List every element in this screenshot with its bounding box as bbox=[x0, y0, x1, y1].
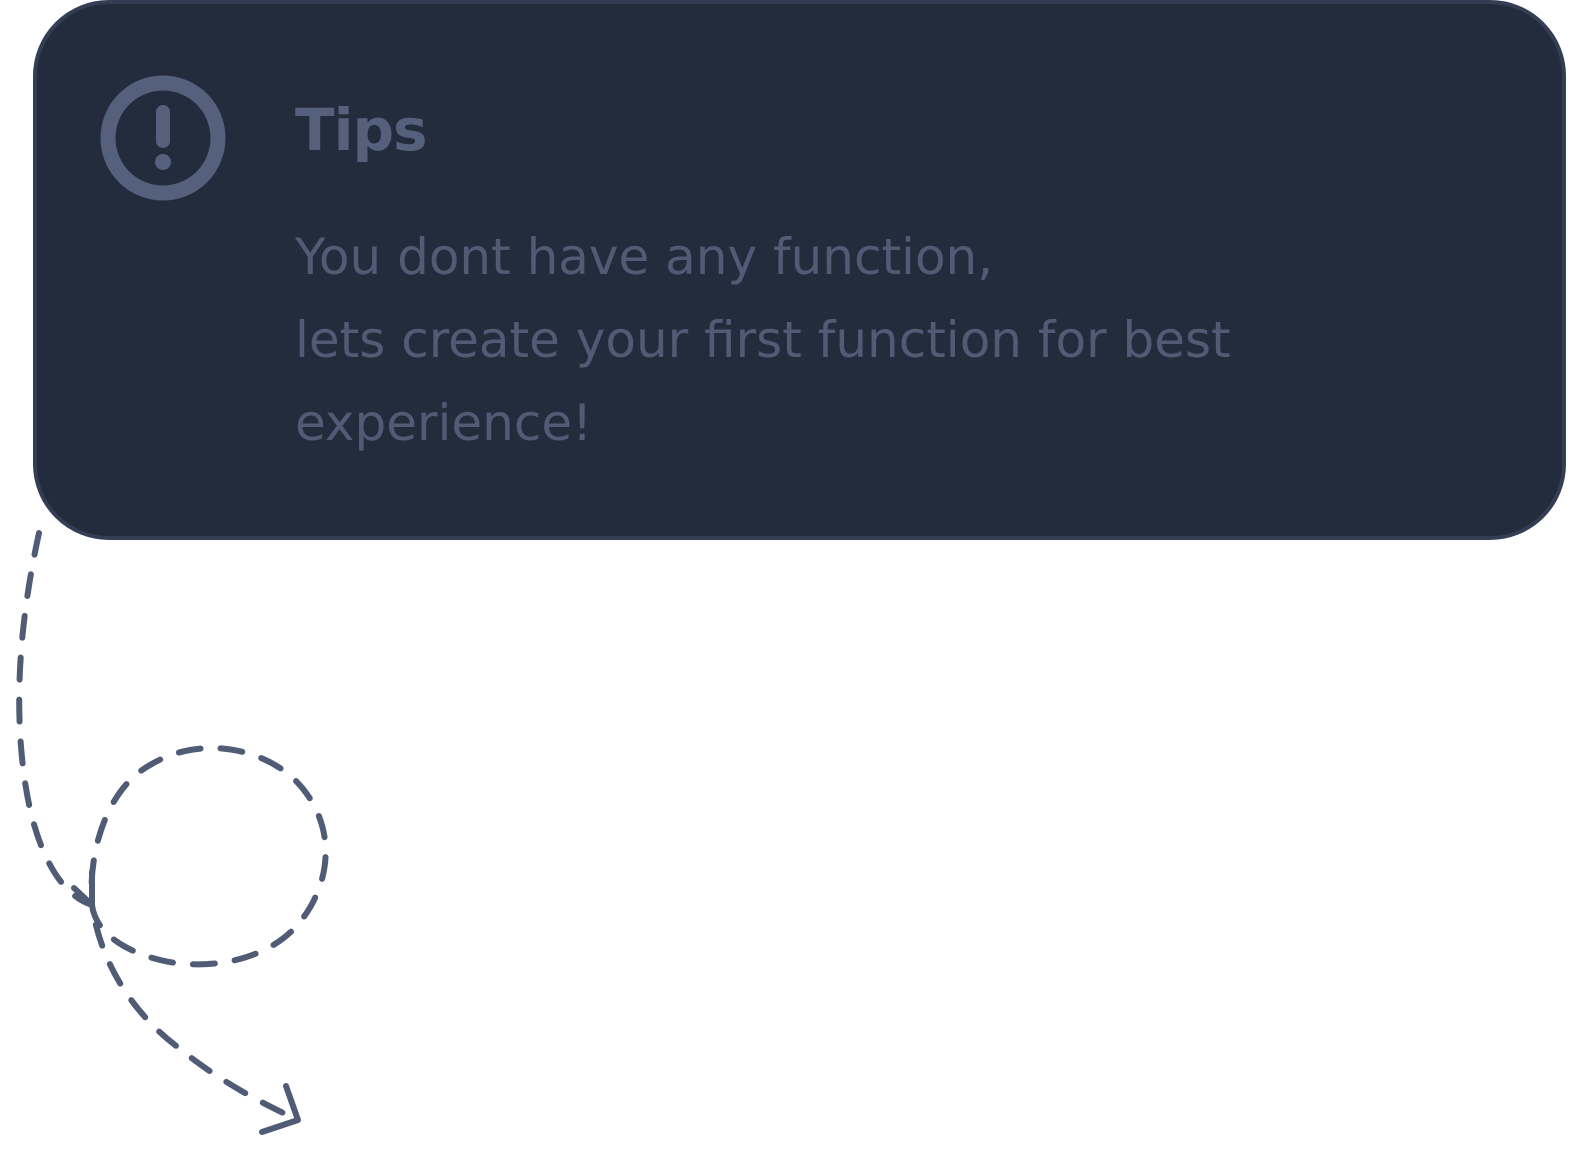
tips-title: Tips bbox=[295, 96, 427, 164]
empty-state: Tips You dont have any function, lets cr… bbox=[0, 0, 1584, 1152]
tips-message-line: You dont have any function, bbox=[295, 228, 994, 286]
tips-message: You dont have any function, lets create … bbox=[295, 216, 1435, 465]
tips-card: Tips You dont have any function, lets cr… bbox=[33, 0, 1566, 540]
tips-message-line: experience! bbox=[295, 394, 593, 452]
tips-message-line: lets create your first function for best bbox=[295, 311, 1231, 369]
alert-circle-icon bbox=[100, 75, 226, 201]
